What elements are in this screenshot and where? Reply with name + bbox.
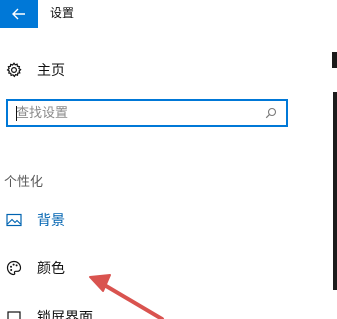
nav-item-background[interactable]: 背景	[5, 208, 65, 232]
picture-icon	[5, 211, 23, 229]
search-icon[interactable]	[260, 102, 282, 124]
lock-screen-icon	[5, 308, 23, 319]
search-box[interactable]	[6, 99, 288, 127]
back-arrow-icon	[12, 8, 25, 20]
arrow-icon	[89, 274, 164, 319]
palette-icon	[5, 259, 23, 277]
text-caret	[16, 106, 17, 121]
gear-icon	[5, 61, 23, 79]
settings-window: 设置 主页 个性化 背景	[0, 0, 337, 319]
nav-item-lock-screen-label: 锁屏界面	[37, 310, 93, 319]
nav-item-lock-screen[interactable]: 锁屏界面	[5, 305, 93, 319]
section-title-personalization: 个性化	[4, 175, 44, 190]
content-title-fragment	[332, 52, 337, 68]
back-button[interactable]	[0, 0, 38, 28]
background-preview-edge	[333, 92, 337, 290]
nav-home-label: 主页	[37, 63, 65, 79]
nav-home[interactable]: 主页	[5, 58, 65, 82]
window-title: 设置	[50, 6, 75, 20]
nav-item-colors[interactable]: 颜色	[5, 256, 65, 280]
nav-item-colors-label: 颜色	[37, 261, 65, 277]
nav-item-background-label: 背景	[37, 213, 65, 229]
search-input[interactable]	[8, 102, 260, 124]
